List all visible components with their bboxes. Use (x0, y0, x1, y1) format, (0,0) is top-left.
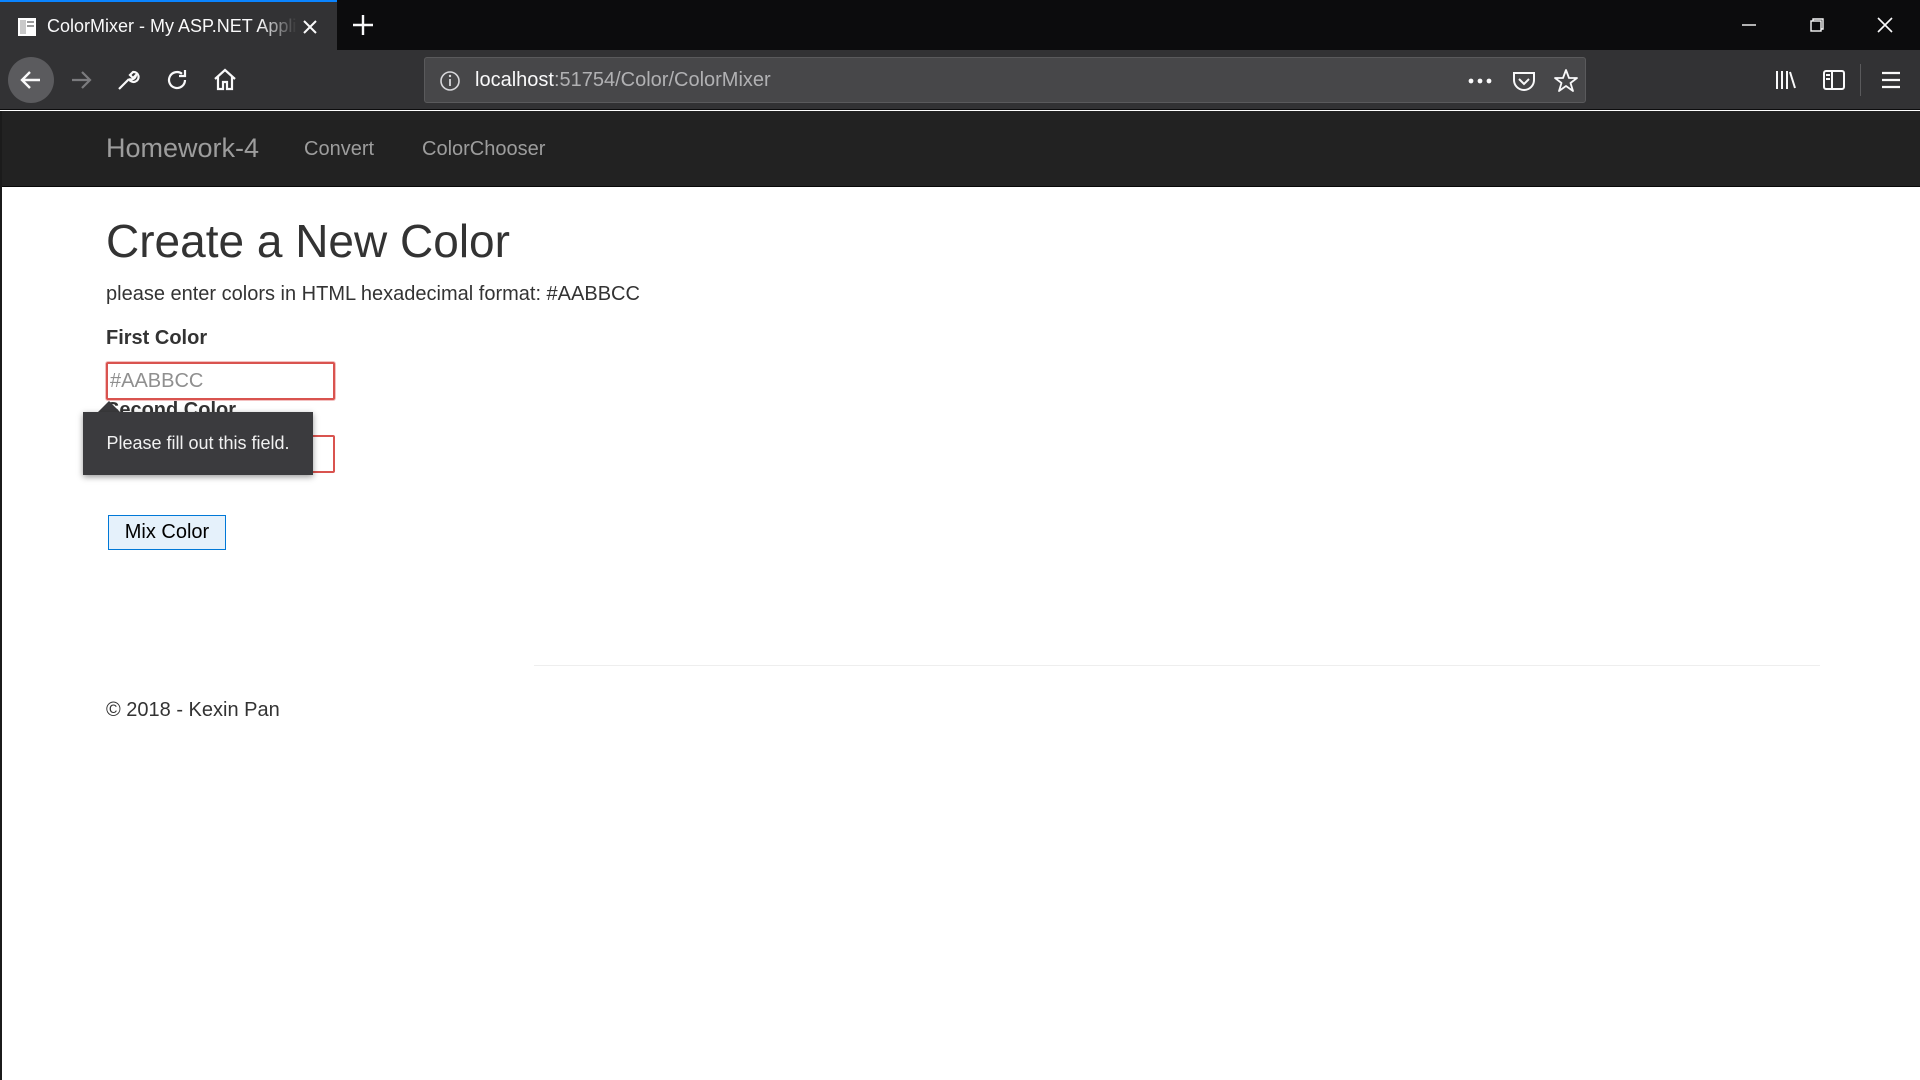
wrench-icon (118, 70, 140, 90)
page-title: Create a New Color (106, 215, 510, 267)
window-close-button[interactable] (1850, 0, 1920, 50)
new-tab-icon[interactable] (350, 12, 376, 38)
site-navbar: Homework-4 Convert ColorChooser (2, 111, 1920, 187)
sidebar-icon (1823, 70, 1845, 90)
reload-icon (167, 70, 187, 90)
footer-copyright: © 2018 - Kexin Pan (106, 699, 280, 721)
address-bar[interactable]: localhost:51754/Color/ColorMixer (424, 57, 1586, 103)
close-window-icon (1877, 17, 1893, 33)
info-icon[interactable] (439, 70, 461, 92)
window-minimize-button[interactable] (1714, 0, 1784, 50)
arrow-left-icon (20, 71, 40, 89)
mix-color-button[interactable]: Mix Color (108, 515, 226, 550)
forward-button[interactable] (61, 60, 101, 100)
window-restore-button[interactable] (1782, 0, 1852, 50)
browser-tab-strip: ColorMixer - My ASP.NET Application (0, 0, 1920, 50)
close-tab-icon[interactable] (300, 17, 320, 37)
first-color-label: First Color (106, 327, 208, 349)
first-color-input[interactable] (106, 362, 335, 400)
validation-tooltip: Please fill out this field. (83, 412, 313, 475)
restore-icon (1810, 18, 1824, 32)
format-help-text: please enter colors in HTML hexadecimal … (106, 283, 640, 305)
open-menu-button[interactable] (1871, 60, 1911, 100)
nav-link-convert[interactable]: Convert (304, 138, 374, 161)
developer-tools-button[interactable] (108, 60, 148, 100)
url-text[interactable]: localhost:51754/Color/ColorMixer (475, 69, 771, 92)
bookmark-star-icon[interactable] (1553, 68, 1579, 94)
minimize-icon (1742, 24, 1756, 26)
browser-toolbar: localhost:51754/Color/ColorMixer (0, 50, 1920, 110)
more-actions-icon[interactable] (1465, 68, 1495, 94)
url-path: :51754/Color/ColorMixer (553, 69, 771, 91)
hamburger-menu-icon (1882, 71, 1900, 89)
toolbar-separator (1860, 64, 1861, 96)
reload-button[interactable] (157, 60, 197, 100)
library-icon (1776, 71, 1796, 89)
site-brand-link[interactable]: Homework-4 (106, 133, 259, 164)
home-icon (214, 68, 236, 91)
arrow-right-icon (72, 71, 92, 89)
document-favicon-icon (18, 18, 36, 36)
page-viewport: Homework-4 Convert ColorChooser Create a… (0, 111, 1920, 1080)
nav-link-colorchooser[interactable]: ColorChooser (422, 138, 545, 161)
pocket-icon[interactable] (1511, 68, 1537, 94)
browser-tab-active[interactable]: ColorMixer - My ASP.NET Application (0, 0, 337, 50)
tab-title: ColorMixer - My ASP.NET Application (47, 16, 297, 36)
home-button[interactable] (205, 60, 245, 100)
url-host: localhost (475, 69, 554, 91)
sidebar-toggle-button[interactable] (1814, 60, 1854, 100)
library-button[interactable] (1766, 60, 1806, 100)
back-button[interactable] (8, 57, 54, 103)
footer-divider (534, 665, 1820, 666)
